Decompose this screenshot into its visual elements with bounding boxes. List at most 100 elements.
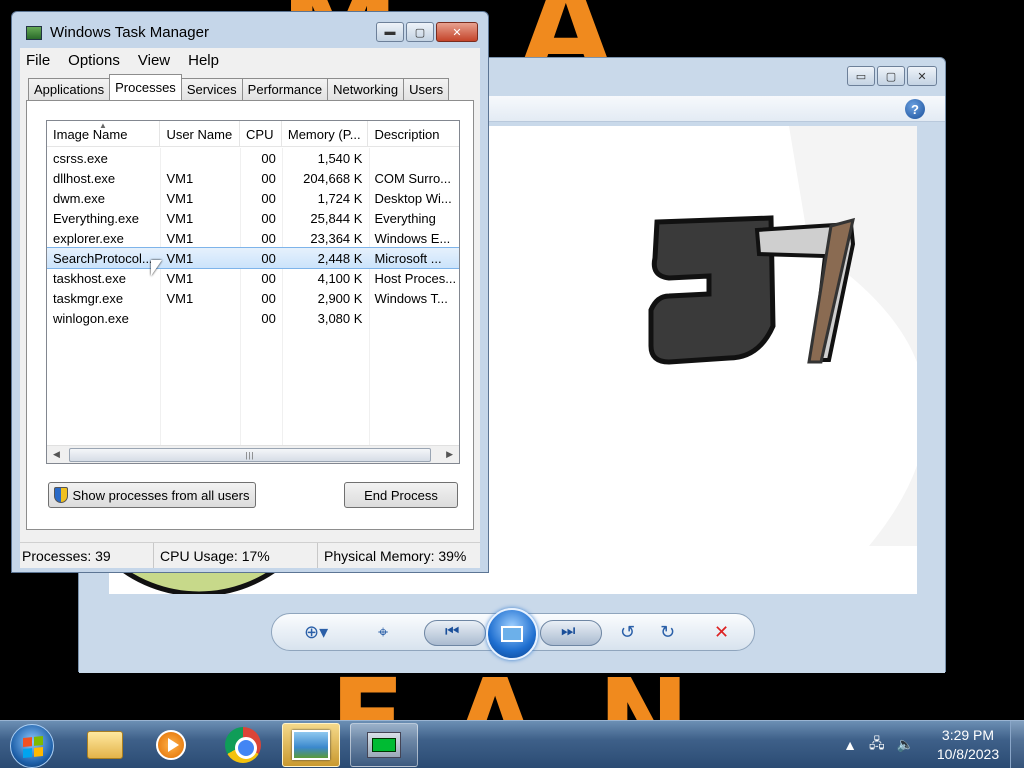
- rotate-cw-icon[interactable]: ↻: [660, 622, 675, 643]
- process-list-header: ▲ Image Name User Name CPU Memory (P... …: [47, 121, 459, 147]
- minimize-button[interactable]: ▬: [376, 22, 404, 42]
- cell-cpu: 00: [261, 170, 276, 186]
- cell-image-name: dwm.exe: [53, 190, 106, 206]
- show-all-users-button[interactable]: Show processes from all users: [48, 482, 256, 508]
- table-row[interactable]: Everything.exe VM1 00 25,844 K Everything: [47, 208, 459, 228]
- task-manager-titlebar[interactable]: Windows Task Manager: [26, 24, 209, 41]
- chrome-icon: [225, 727, 261, 763]
- task-manager-caption-buttons: ▬ ▢ ✕: [376, 22, 478, 42]
- cell-description: Microsoft ...: [374, 250, 442, 266]
- task-manager-body: Applications Processes Services Performa…: [20, 72, 480, 542]
- cell-description: [368, 308, 459, 328]
- cell-cpu: 00: [261, 230, 276, 246]
- photo-viewer-controls: ⊕▾ ⌖ ⏮ ⏭ ↺ ↻ ✕: [79, 598, 945, 673]
- menu-bar: File Options View Help: [20, 48, 480, 72]
- cell-description: COM Surro...: [374, 170, 452, 186]
- minimize-button[interactable]: ▭: [847, 66, 875, 86]
- cell-image-name: csrss.exe: [53, 150, 108, 166]
- cell-user-name: VM1: [166, 170, 194, 186]
- table-row[interactable]: SearchProtocol... VM1 00 2,448 K Microsoft .…: [47, 247, 459, 269]
- show-all-users-label: Show processes from all users: [72, 487, 250, 503]
- cell-memory: 3,080 K: [317, 310, 363, 326]
- tab-processes[interactable]: Processes: [109, 74, 182, 100]
- task-manager-icon: [367, 732, 401, 758]
- volume-muted-icon[interactable]: 🔈: [897, 736, 914, 753]
- taskbar-media-player[interactable]: [142, 723, 200, 767]
- column-image-name[interactable]: ▲ Image Name: [47, 121, 161, 147]
- menu-help[interactable]: Help: [188, 52, 219, 69]
- close-button[interactable]: ✕: [907, 66, 937, 86]
- taskbar-photo-viewer[interactable]: [282, 723, 340, 767]
- cell-user-name: [160, 148, 240, 168]
- maximize-button[interactable]: ▢: [877, 66, 905, 86]
- scroll-left-icon[interactable]: ◀: [53, 449, 60, 460]
- tab-networking[interactable]: Networking: [327, 78, 405, 100]
- menu-view[interactable]: View: [138, 52, 170, 69]
- previous-button[interactable]: ⏮: [424, 620, 486, 646]
- status-cpu-usage: CPU Usage: 17%: [154, 543, 318, 568]
- table-row[interactable]: taskhost.exe VM1 00 4,100 K Host Proces...: [47, 268, 459, 288]
- cell-image-name: taskmgr.exe: [53, 290, 124, 306]
- status-processes: Processes: 39: [20, 543, 154, 568]
- clock[interactable]: 3:29 PM 10/8/2023: [926, 726, 1010, 764]
- table-row[interactable]: dllhost.exe VM1 00 204,668 K COM Surro...: [47, 168, 459, 188]
- cell-user-name: VM1: [166, 230, 194, 246]
- tab-performance[interactable]: Performance: [241, 78, 329, 100]
- menu-file[interactable]: File: [26, 52, 50, 69]
- fit-icon[interactable]: ⌖: [378, 622, 388, 643]
- table-row[interactable]: explorer.exe VM1 00 23,364 K Windows E...: [47, 228, 459, 248]
- network-icon[interactable]: 🖧: [869, 733, 885, 757]
- clock-date: 10/8/2023: [936, 745, 1000, 762]
- task-manager-app-icon: [26, 25, 42, 40]
- uac-shield-icon: [54, 487, 69, 503]
- menu-options[interactable]: Options: [68, 52, 120, 69]
- tab-applications[interactable]: Applications: [28, 78, 111, 100]
- table-row[interactable]: taskmgr.exe VM1 00 2,900 K Windows T...: [47, 288, 459, 308]
- tab-services[interactable]: Services: [180, 78, 243, 100]
- column-cpu[interactable]: CPU: [240, 121, 282, 147]
- show-desktop-button[interactable]: [1010, 721, 1024, 768]
- mouse-cursor: [151, 260, 162, 276]
- cell-description: Host Proces...: [374, 270, 457, 286]
- cell-memory: 2,448 K: [317, 250, 363, 266]
- scroll-right-icon[interactable]: ▶: [446, 449, 453, 460]
- table-row[interactable]: dwm.exe VM1 00 1,724 K Desktop Wi...: [47, 188, 459, 208]
- cell-user-name: VM1: [166, 190, 194, 206]
- cell-image-name: dllhost.exe: [53, 170, 116, 186]
- cell-user-name: VM1: [166, 210, 194, 226]
- photo-viewer-icon: [292, 730, 330, 760]
- task-manager-window[interactable]: Windows Task Manager ▬ ▢ ✕ File Options …: [11, 11, 489, 573]
- taskbar-explorer[interactable]: [76, 723, 134, 767]
- delete-icon[interactable]: ✕: [714, 622, 729, 643]
- process-list[interactable]: ▲ Image Name User Name CPU Memory (P... …: [46, 120, 460, 464]
- tab-users[interactable]: Users: [403, 78, 450, 100]
- column-memory[interactable]: Memory (P...: [282, 121, 369, 147]
- cell-image-name: taskhost.exe: [53, 270, 126, 286]
- table-row[interactable]: winlogon.exe 00 3,080 K: [47, 308, 459, 328]
- cell-cpu: 00: [261, 270, 276, 286]
- start-button[interactable]: [10, 724, 54, 768]
- cell-cpu: 00: [261, 290, 276, 306]
- maximize-button[interactable]: ▢: [406, 22, 434, 42]
- taskbar-chrome[interactable]: [214, 723, 272, 767]
- close-button[interactable]: ✕: [436, 22, 478, 42]
- cell-user-name: VM1: [166, 250, 194, 266]
- end-process-button[interactable]: End Process: [344, 482, 458, 508]
- photo-viewer-caption-buttons: ▭ ▢ ✕: [847, 66, 937, 86]
- taskbar: ▲ 🖧 🔈 3:29 PM 10/8/2023: [0, 720, 1024, 768]
- scrollbar-thumb[interactable]: |||: [69, 448, 431, 462]
- cell-description: [368, 148, 459, 168]
- rotate-ccw-icon[interactable]: ↺: [620, 622, 635, 643]
- status-physical-memory: Physical Memory: 39%: [324, 547, 466, 564]
- column-user-name[interactable]: User Name: [160, 121, 241, 147]
- cell-image-name: Everything.exe: [53, 210, 139, 226]
- help-icon[interactable]: ?: [905, 99, 925, 119]
- next-button[interactable]: ⏭: [540, 620, 602, 646]
- zoom-icon[interactable]: ⊕▾: [304, 622, 328, 643]
- horizontal-scrollbar[interactable]: ◀ ||| ▶: [47, 445, 459, 463]
- table-row[interactable]: csrss.exe 00 1,540 K: [47, 148, 459, 168]
- show-hidden-icons-icon[interactable]: ▲: [843, 737, 857, 753]
- column-description[interactable]: Description: [368, 121, 459, 147]
- taskbar-task-manager[interactable]: [350, 723, 418, 767]
- slideshow-button[interactable]: [486, 608, 538, 660]
